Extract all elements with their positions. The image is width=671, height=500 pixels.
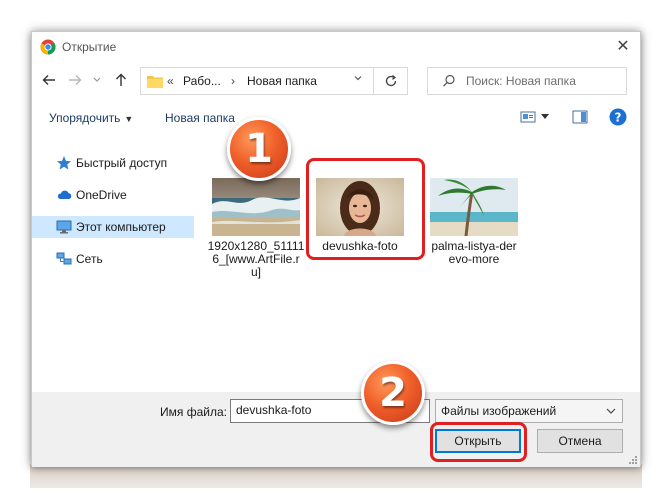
portrait-thumbnail [316,178,404,236]
address-bar[interactable]: « Рабо... › Новая папка [140,67,408,95]
window-title: Открытие [62,40,117,54]
svg-text:?: ? [615,111,622,125]
navigation-bar: « Рабо... › Новая папка Поиск: Новая пап… [32,64,640,98]
up-button[interactable] [112,72,130,90]
file-name: 1920x1280_51111 6_[www.ArtFile.r u] [206,240,306,279]
sidebar-item-quick-access[interactable]: Быстрый доступ [32,152,194,174]
back-button[interactable] [40,72,58,90]
sidebar-item-onedrive[interactable]: OneDrive [32,184,194,206]
file-name: devushka-foto [310,240,410,253]
open-button[interactable]: Открыть [435,429,521,453]
palm-thumbnail [430,178,518,236]
file-name-line: u] [250,265,261,279]
refresh-icon [385,75,396,87]
preview-pane-icon[interactable] [572,109,588,125]
background-strip [30,464,642,488]
chevron-down-icon [93,77,101,82]
title-bar: Открытие ✕ [32,32,640,62]
arrow-right-icon [69,75,82,85]
close-button[interactable]: ✕ [606,32,640,62]
sidebar-item-label: Сеть [76,252,103,266]
star-icon [57,156,71,170]
sidebar-item-label: Быстрый доступ [76,156,168,170]
file-type-value: Файлы изображений [441,404,557,418]
search-placeholder: Поиск: Новая папка [466,74,576,88]
breadcrumb-separator[interactable]: › [231,74,235,88]
command-toolbar: Упорядочить ▼ Новая папка ? [32,104,640,132]
waves-thumbnail [212,178,300,236]
overflow-chevron[interactable]: « [167,74,174,88]
arrow-left-icon [42,75,55,85]
cloud-icon [57,190,72,199]
filename-label: Имя файла: [160,405,227,419]
breadcrumb-desktop[interactable]: Рабо... [183,74,221,88]
chevron-down-icon [606,408,616,414]
sidebar-item-label: OneDrive [76,188,127,202]
recent-locations-button[interactable] [88,72,106,90]
organize-menu[interactable]: Упорядочить ▼ [49,111,133,125]
chrome-icon [40,39,56,55]
folder-icon [147,76,163,88]
step-1-badge: 1 [227,117,291,181]
forward-button[interactable] [66,72,84,90]
file-type-select[interactable]: Файлы изображений [435,399,623,423]
sidebar-item-network[interactable]: Сеть [32,248,194,270]
search-icon [443,74,455,87]
file-name-line: evo-more [448,252,500,266]
sidebar-item-label: Этот компьютер [76,220,166,234]
resize-grip-icon[interactable] [628,455,638,465]
search-box[interactable]: Поиск: Новая папка [427,67,627,95]
arrow-up-icon [116,73,126,86]
open-file-dialog: Открытие ✕ « Рабо... › Новая папка Поиск… [31,31,641,467]
breadcrumb-new-folder[interactable]: Новая папка [247,74,317,88]
chevron-down-icon[interactable] [541,114,549,120]
view-options-icon[interactable] [520,109,536,125]
network-icon [56,252,72,265]
organize-label: Упорядочить [49,111,121,125]
help-icon[interactable]: ? [609,108,627,126]
file-name-line: devushka-foto [322,239,398,253]
new-folder-button[interactable]: Новая папка [165,111,235,125]
file-name: palma-listya-der evo-more [424,240,524,266]
address-dropdown[interactable] [349,68,367,94]
cancel-button[interactable]: Отмена [537,429,623,453]
chevron-down-icon [354,76,362,81]
refresh-button[interactable] [373,68,407,94]
close-icon: ✕ [616,38,630,55]
caret-down-icon: ▼ [124,114,134,124]
computer-icon [56,220,72,234]
step-2-badge: 2 [361,361,425,425]
dialog-footer: Имя файла: devushka-foto Файлы изображен… [32,392,640,467]
sidebar-item-this-pc[interactable]: Этот компьютер [32,216,194,238]
navigation-pane: Быстрый доступ OneDrive Этот компьютер С… [32,136,194,392]
